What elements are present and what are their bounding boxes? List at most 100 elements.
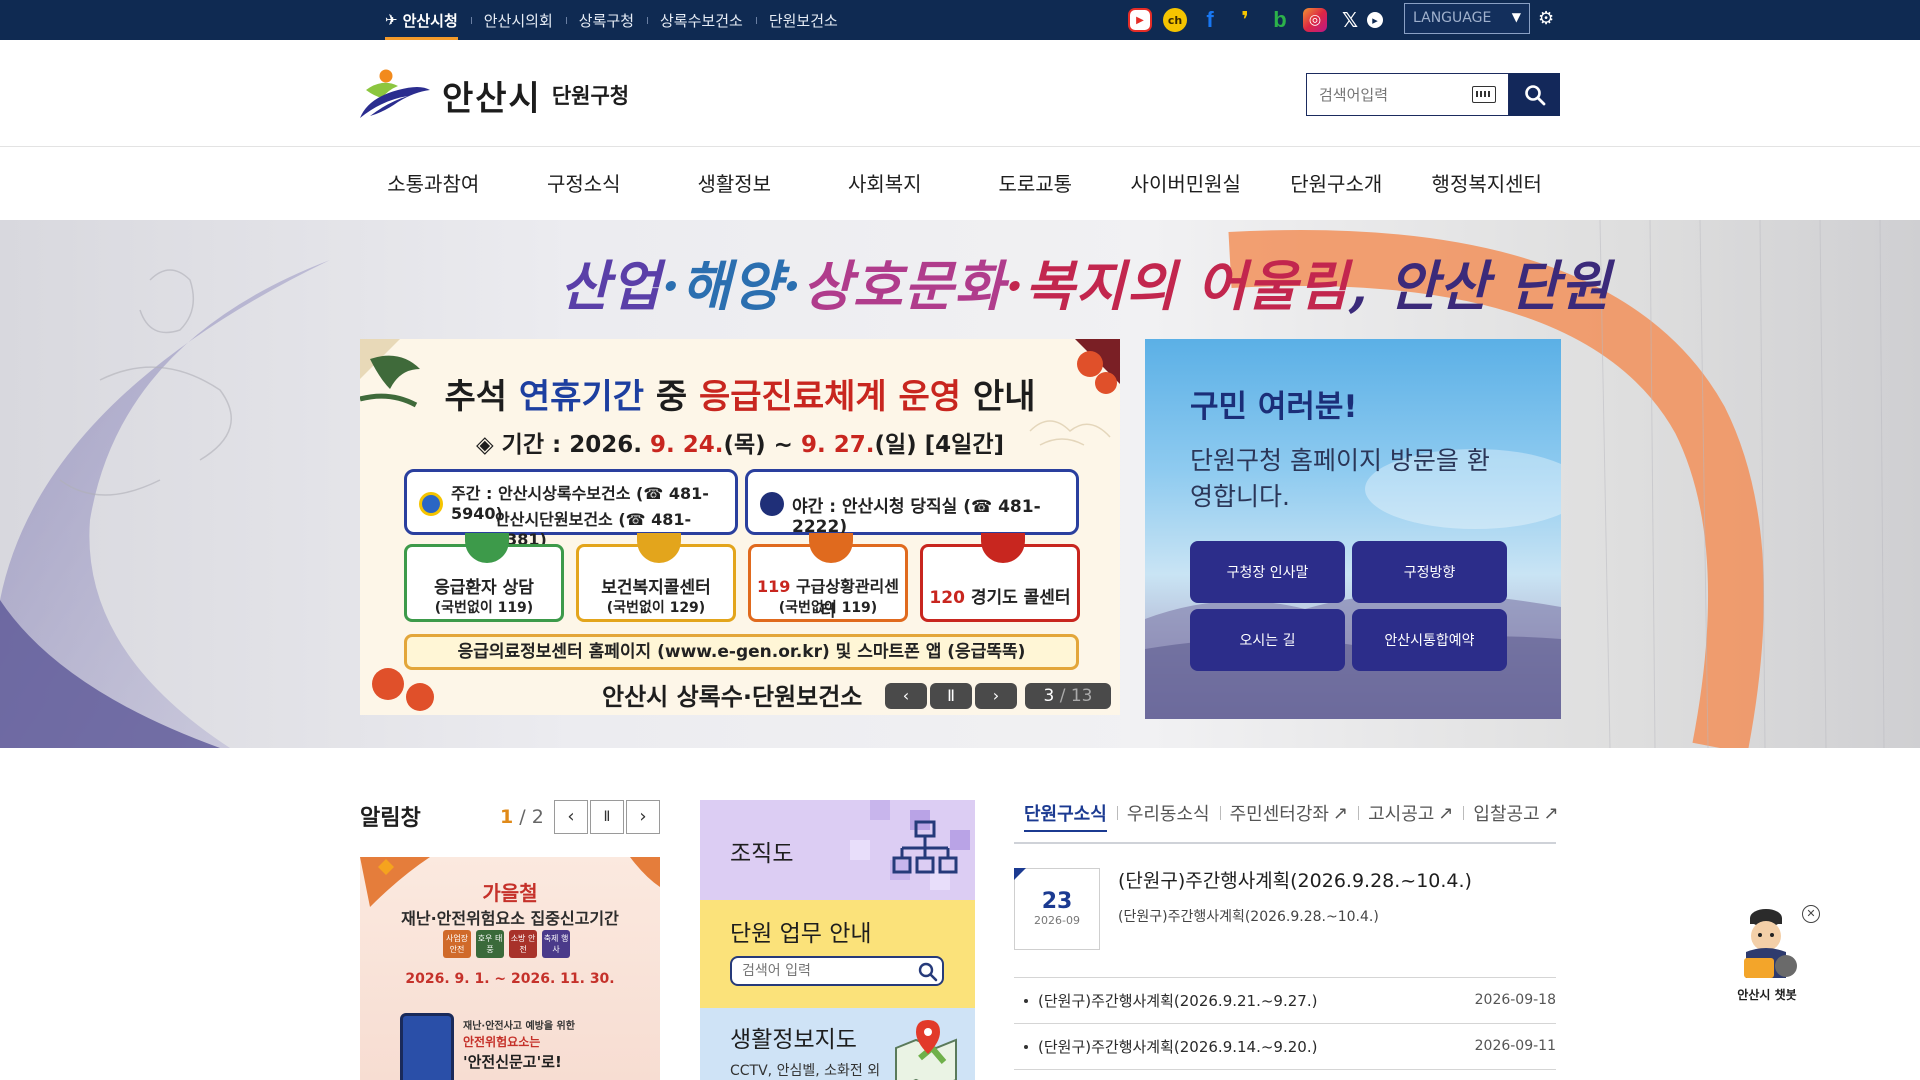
gnb-item-district-news[interactable]: 구정소식 [509, 148, 660, 220]
contact-card-title: 응급환자 상담 [407, 573, 561, 598]
district-direction-button[interactable]: 구정방향 [1352, 541, 1507, 603]
map-pin-icon [895, 1020, 957, 1080]
gnb-item-welfare[interactable]: 사회복지 [810, 148, 961, 220]
news-row-date: 2026-09-11 [1474, 1038, 1556, 1054]
slide-prev-button[interactable]: ‹ [885, 683, 927, 709]
life-map-subtitle: CCTV, 안심벨, 소화전 외 [730, 1063, 881, 1079]
notice-title: 알림창 [360, 806, 421, 831]
slide-next-button[interactable]: › [975, 683, 1017, 709]
banner-title-part: 응급진료체계 운영 [699, 377, 962, 417]
contact-card-title: 120 경기도 콜센터 [923, 583, 1077, 608]
contact-card-text: 경기도 콜센터 [970, 588, 1071, 608]
notice-pager: 1 / 2 [500, 806, 544, 828]
topnav-item-city-council[interactable]: 안산시의회 [470, 0, 566, 40]
slide-current: 3 [1043, 686, 1055, 706]
notice-prev-button[interactable]: ‹ [554, 800, 588, 834]
gear-icon[interactable]: ⚙ [1538, 8, 1554, 29]
tab-public-notice[interactable]: 고시공고 ↗ [1358, 800, 1463, 826]
banner-footer: 안산시 상록수·단원보건소 [602, 683, 863, 711]
kakao-story-icon[interactable]: ❜ [1233, 8, 1257, 33]
slide-counter: 3 / 13 [1025, 683, 1111, 709]
notice-pause-button[interactable]: Ⅱ [590, 800, 624, 834]
tab-label: 주민센터강좌 [1229, 804, 1329, 825]
gnb-item-life-info[interactable]: 생활정보 [659, 148, 810, 220]
phone-icon [637, 533, 681, 563]
bird-icon: ✈ [385, 11, 398, 29]
channel-icon[interactable]: ch [1163, 8, 1187, 32]
featured-news-date[interactable]: 23 2026-09 [1014, 868, 1100, 950]
life-map-label: 생활정보지도 [730, 1027, 857, 1053]
contact-card: 응급환자 상담 (국번없이 119) [404, 533, 564, 622]
work-guide-search-input[interactable] [730, 956, 944, 986]
news-row[interactable]: (단원구)주간행사계획(2026.9.21.~9.27.) 2026-09-18 [1014, 977, 1556, 1023]
contact-card-text: 보건복지콜센터 [601, 578, 711, 598]
welcome-panel: 구민 여러분! 단원구청 홈페이지 방문을 환영합니다. 구청장 인사말 구정방… [1145, 339, 1561, 719]
gnb-item-participation[interactable]: 소통과참여 [358, 148, 509, 220]
main-navigation: 소통과참여 구정소식 생활정보 사회복지 도로교통 사이버민원실 단원구소개 행… [0, 148, 1920, 220]
external-link-icon: ↗ [1332, 802, 1349, 824]
search-button[interactable] [1509, 73, 1560, 116]
daytime-contact-box: 주간 : 안산시상록수보건소 (☎ 481-5940) 안산시단원보건소 (☎ … [404, 469, 738, 549]
gnb-item-about[interactable]: 단원구소개 [1261, 148, 1412, 220]
featured-news-title[interactable]: (단원구)주간행사계획(2026.9.28.~10.4.) [1118, 866, 1472, 893]
play-circle-icon[interactable]: ▸ [1367, 12, 1383, 28]
poster-line: '안전신문고'로! [463, 1053, 562, 1071]
language-select[interactable]: LANGUAGE ▼ [1404, 3, 1530, 34]
main-banner-slide[interactable]: 추석 연휴기간 중 응급진료체계 운영 안내 ◈ 기간 : 2026. 9. 2… [360, 339, 1120, 715]
topnav-label: 안산시의회 [483, 11, 553, 30]
search-icon[interactable] [918, 962, 938, 982]
directions-button[interactable]: 오시는 길 [1190, 609, 1345, 671]
welcome-text: 단원구청 홈페이지 방문을 환영합니다. [1190, 446, 1490, 511]
topnav-item-danwon-health[interactable]: 단원보건소 [755, 0, 851, 40]
news-row-date: 2026-09-18 [1474, 992, 1556, 1008]
mayor-greeting-button[interactable]: 구청장 인사말 [1190, 541, 1345, 603]
tab-label: 고시공고 [1368, 804, 1435, 825]
poster-dates: 2026. 9. 1. ~ 2026. 11. 30. [405, 971, 615, 987]
notice-poster[interactable]: 가을철 재난·안전위험요소 집중신고기간 사업장 안전 호우 태풍 소방 안전 … [360, 857, 660, 1080]
slogan-part: ·해양· [661, 254, 803, 318]
emergency-info-bar: 응급의료정보센터 홈페이지 (www.e-gen.or.kr) 및 스마트폰 앱… [404, 634, 1079, 670]
topnav-item-sangnoksu-health[interactable]: 상록수보건소 [647, 0, 756, 40]
logo-city-name: 안산시 [442, 78, 542, 119]
poster-line: 안전위험요소는 [463, 1035, 541, 1049]
tab-bid-notice[interactable]: 입찰공고 ↗ [1463, 800, 1568, 826]
gnb-item-cyber-civil[interactable]: 사이버민원실 [1111, 148, 1262, 220]
org-chart-label: 조직도 [730, 841, 794, 867]
integrated-reservation-button[interactable]: 안산시통합예약 [1352, 609, 1507, 671]
close-icon[interactable]: ✕ [1802, 905, 1820, 923]
youtube-icon[interactable]: ▶ [1128, 8, 1152, 32]
gnb-item-community-center[interactable]: 행정복지센터 [1412, 148, 1563, 220]
gnb-item-traffic[interactable]: 도로교통 [960, 148, 1111, 220]
tab-danwon-news[interactable]: 단원구소식 [1024, 800, 1117, 832]
facebook-icon[interactable]: f [1198, 7, 1222, 32]
news-row[interactable]: (단원구)주간행사계획(2026.9.14.~9.20.) 2026-09-11 [1014, 1023, 1556, 1069]
topnav-item-sangnok-gu[interactable]: 상록구청 [565, 0, 647, 40]
top-utility-bar: ✈ 안산시청 안산시의회 상록구청 상록수보건소 단원보건소 ▶ ch f ❜ … [0, 0, 1920, 40]
period-part: ◈ 기간 : 2026. [475, 432, 650, 458]
banner-title-part: 추석 [444, 377, 519, 417]
x-icon[interactable]: 𝕏 [1338, 8, 1362, 32]
tab-label: 입찰공고 [1473, 804, 1540, 825]
slide-pause-button[interactable]: Ⅱ [930, 683, 972, 709]
notice-next-button[interactable]: › [626, 800, 660, 834]
contact-card-prefix: 119 [756, 577, 796, 596]
sun-icon [419, 492, 443, 516]
topnav-item-ansan-city[interactable]: ✈ 안산시청 [372, 0, 471, 40]
life-map-shortcut[interactable]: 생활정보지도 CCTV, 안심벨, 소화전 외 [700, 1008, 975, 1080]
org-chart-shortcut[interactable]: 조직도 [700, 800, 975, 900]
contact-card-number: (국번없이 119) [434, 600, 534, 616]
notice-page-current: 1 [500, 806, 514, 828]
instagram-icon[interactable]: ◎ [1303, 8, 1327, 32]
external-link-icon: ↗ [1543, 802, 1559, 824]
topnav-label: 상록구청 [578, 11, 634, 30]
tab-dong-news[interactable]: 우리동소식 [1116, 800, 1220, 826]
featured-news-summary: (단원구)주간행사계획(2026.9.28.~10.4.) [1118, 909, 1379, 925]
tab-center-classes[interactable]: 주민센터강좌 ↗ [1219, 800, 1358, 826]
band-icon[interactable]: b [1268, 7, 1292, 32]
site-logo[interactable]: 안산시 단원구청 [358, 68, 629, 122]
period-part: (일) [4일간] [874, 432, 1005, 458]
slogan-part: , 안산 단원 [1348, 254, 1611, 318]
banner-title-part: 안내 [961, 377, 1036, 417]
keyboard-icon[interactable] [1472, 86, 1496, 103]
bullet-icon [1024, 1045, 1028, 1049]
